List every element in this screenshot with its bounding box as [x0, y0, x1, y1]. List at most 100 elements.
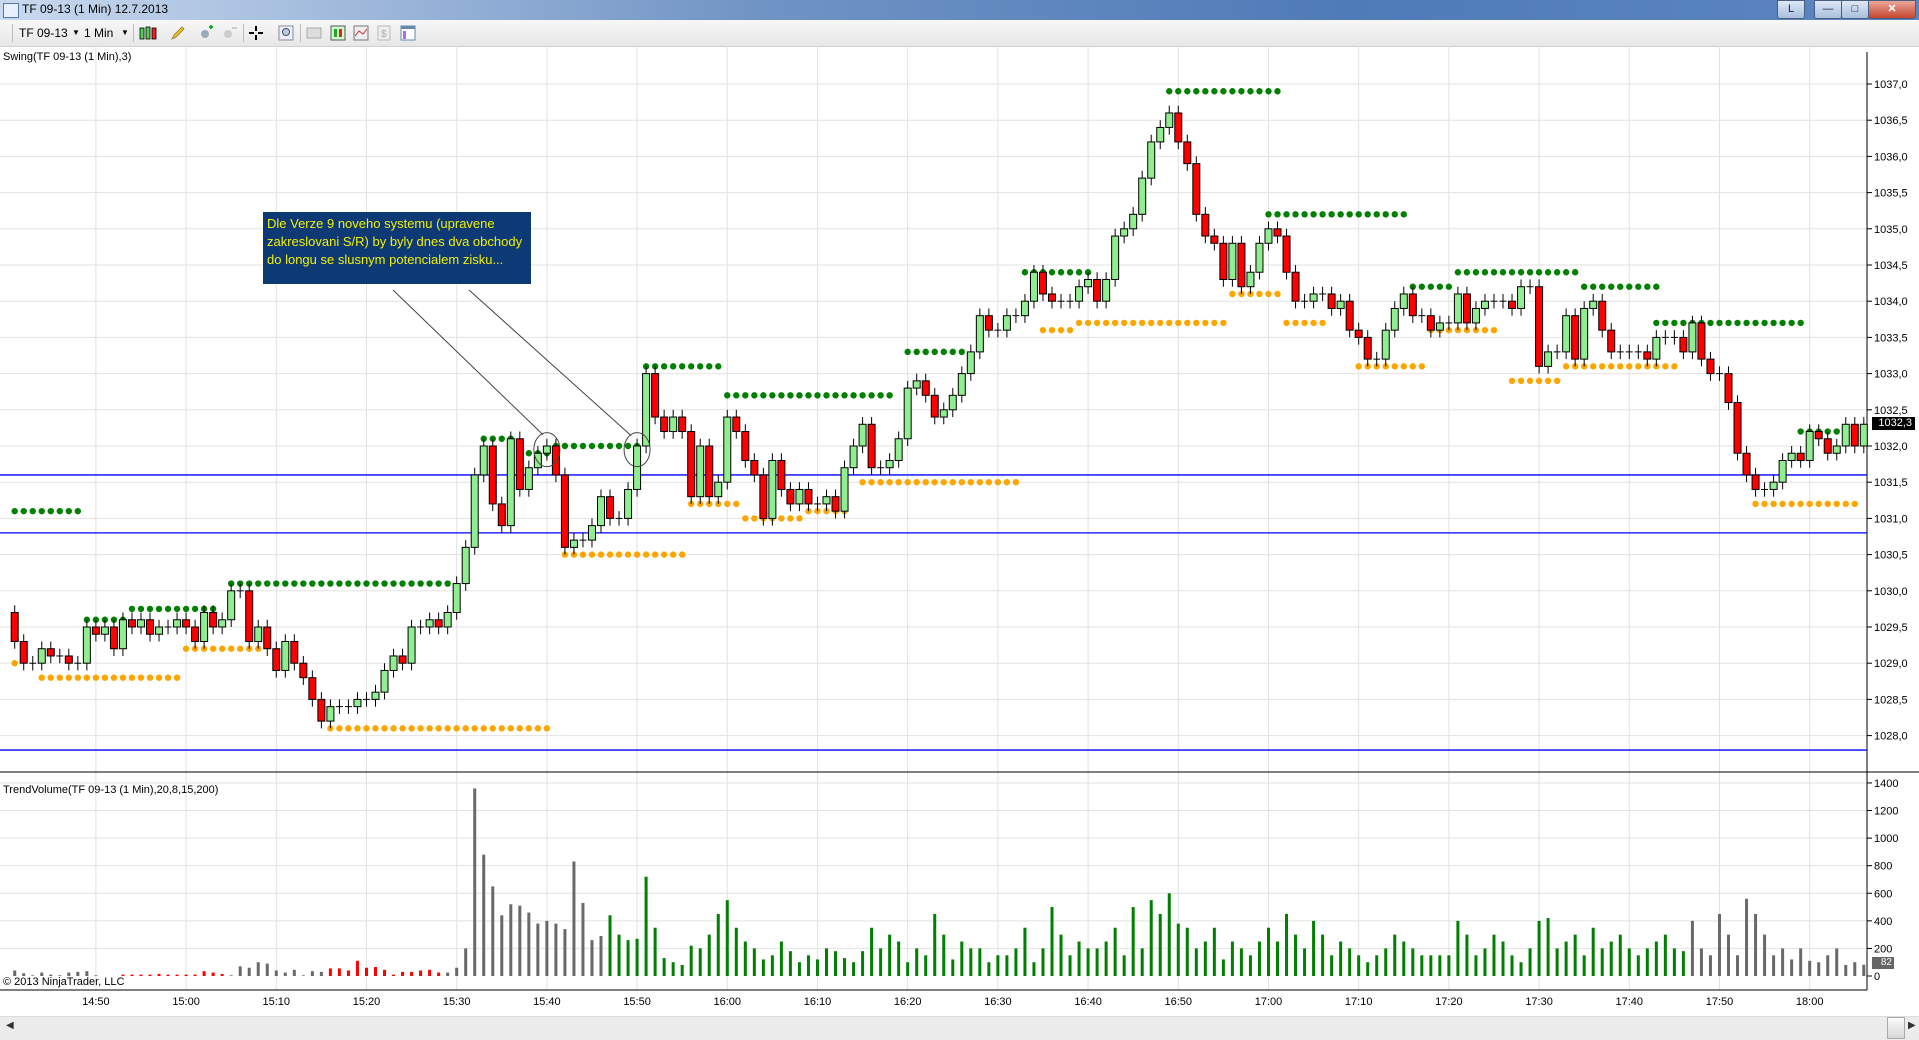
candle-body: [1580, 307, 1589, 360]
swing-high-dot: [354, 580, 361, 587]
candle-body: [191, 626, 200, 642]
price-tick-label: 1028,5: [1874, 694, 1908, 706]
swing-low-dot: [1003, 479, 1011, 486]
volume-bar: [536, 923, 540, 976]
volume-bar: [184, 974, 188, 976]
swing-high-dot: [1075, 269, 1083, 276]
volume-bar: [1573, 934, 1577, 976]
volume-bar: [193, 974, 197, 976]
horizontal-scrollbar[interactable]: [0, 1016, 1919, 1040]
candle-body: [1336, 300, 1345, 309]
candle-body: [118, 619, 127, 650]
price-tick-label: 1036,0: [1874, 151, 1908, 163]
swing-high-dot: [859, 392, 866, 399]
swing-low-dot: [164, 674, 172, 681]
swing-low-dot: [101, 674, 109, 681]
candle-body: [1246, 271, 1255, 288]
swing-high-dot: [1048, 269, 1056, 276]
volume-bar: [1312, 920, 1316, 976]
swing-high-dot: [390, 580, 397, 587]
candle-body: [497, 503, 506, 527]
swing-high-dot: [1734, 319, 1741, 327]
swing-low-dot: [128, 674, 136, 681]
swing-high-dot: [1779, 319, 1786, 327]
scrollbar-thumb[interactable]: [1887, 1017, 1905, 1039]
candle-body: [533, 452, 542, 469]
swing-high-dot: [74, 507, 82, 515]
volume-bar: [960, 941, 964, 976]
candle-body: [1688, 322, 1697, 353]
candle-body: [966, 351, 975, 375]
candle-body: [380, 669, 389, 693]
candle-body: [930, 394, 939, 418]
swing-high-dot: [1508, 269, 1516, 276]
swing-low-dot: [1355, 363, 1362, 370]
swing-high-dot: [1770, 319, 1777, 327]
candle-body: [100, 626, 109, 635]
swing-low-dot: [1256, 290, 1263, 298]
volume-bar: [915, 948, 919, 976]
volume-bar: [166, 974, 170, 976]
candle-body: [1679, 336, 1688, 353]
swing-low-dot: [65, 674, 73, 681]
candle-body: [1029, 271, 1038, 302]
swing-high-dot: [336, 580, 343, 587]
volume-bar: [274, 970, 278, 976]
swing-high-dot: [372, 580, 379, 587]
candle-body: [984, 315, 993, 331]
candle-body: [921, 380, 930, 396]
candle-body: [894, 438, 903, 461]
volume-bar: [806, 955, 810, 976]
swing-high-dot: [264, 580, 271, 587]
volume-bar: [1266, 927, 1270, 976]
swing-high-dot: [1391, 211, 1398, 218]
volume-bar: [527, 912, 531, 976]
volume-bar: [924, 955, 928, 976]
swing-high-dot: [1211, 88, 1218, 95]
candle-body: [1462, 293, 1471, 324]
candle-body: [1733, 402, 1742, 454]
swing-high-dot: [1427, 283, 1435, 290]
price-tick-label: 1035,0: [1874, 224, 1908, 236]
time-tick-label: 15:30: [443, 996, 471, 1008]
volume-bar: [1672, 948, 1676, 976]
volume-bar: [1348, 948, 1352, 976]
candle-body: [272, 648, 281, 671]
volume-bar: [1429, 955, 1433, 976]
volume-bar: [1140, 948, 1144, 976]
volume-bar: [455, 967, 459, 976]
price-tick-label: 1031,0: [1874, 513, 1908, 525]
volume-bar: [491, 886, 495, 976]
candle-body: [1589, 300, 1598, 309]
volume-bar: [346, 970, 350, 976]
volume-bar: [933, 913, 937, 976]
swing-high-dot: [363, 580, 370, 587]
volume-bar: [1654, 941, 1658, 976]
candle-body: [1535, 286, 1544, 367]
volume-bar: [410, 971, 414, 976]
swing-high-dot: [669, 363, 677, 370]
swing-low-dot: [669, 551, 677, 558]
candle-body: [443, 612, 452, 628]
volume-bar: [653, 927, 657, 976]
swing-low-dot: [1274, 290, 1281, 298]
copyright-text: © 2013 NinjaTrader, LLC: [3, 976, 125, 988]
scroll-right-arrow-icon[interactable]: ▶: [1908, 1020, 1916, 1031]
swing-low-dot: [1093, 319, 1101, 327]
swing-high-dot: [597, 442, 605, 450]
volume-bar: [608, 915, 612, 976]
swing-high-dot: [1337, 211, 1344, 218]
candle-body: [687, 431, 696, 498]
swing-low-dot: [336, 725, 343, 732]
candle-body: [1517, 286, 1526, 309]
swing-high-dot: [561, 442, 569, 450]
volume-bar: [1014, 948, 1018, 976]
chart-canvas[interactable]: 1037,0 1036,5 1036,0 1035,5 1035,0 1034,5 1034…: [0, 0, 1919, 1039]
swing-low-dot: [1806, 500, 1813, 508]
volume-bar: [1826, 955, 1830, 976]
swing-low-dot: [1211, 319, 1218, 327]
candle-body: [696, 445, 705, 498]
volume-bar: [797, 962, 801, 976]
annotation-text-box[interactable]: Dle Verze 9 noveho systemu (upravene zak…: [263, 212, 531, 284]
scroll-left-arrow-icon[interactable]: ◀: [6, 1020, 14, 1031]
